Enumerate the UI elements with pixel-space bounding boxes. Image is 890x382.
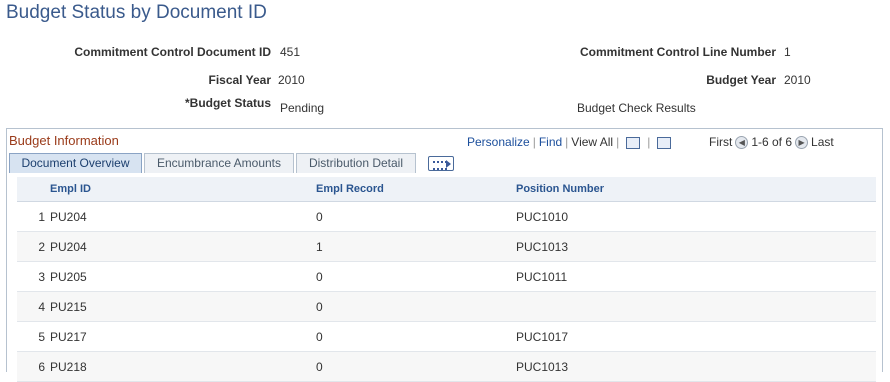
- tab-distribution-detail[interactable]: Distribution Detail: [296, 153, 416, 173]
- find-link[interactable]: Find: [539, 135, 562, 149]
- column-header-empl-id[interactable]: Empl ID: [48, 177, 314, 202]
- row-number-header: [17, 177, 48, 202]
- empl-id-cell: PU217: [48, 321, 314, 352]
- row-number: 6: [17, 351, 48, 382]
- separator: |: [647, 135, 651, 149]
- commitment-line-value: 1: [784, 45, 791, 59]
- commitment-line-label: Commitment Control Line Number: [579, 45, 776, 59]
- grid-header: Budget Information Personalize | Find | View…: [7, 129, 882, 151]
- grid-table-area: Empl ID Empl Record Position Number 1 PU…: [7, 173, 882, 382]
- empl-record-cell: 0: [314, 201, 514, 232]
- budget-check-results-link[interactable]: Budget Check Results: [577, 101, 696, 115]
- position-number-cell: [514, 291, 876, 322]
- empl-id-cell: PU215: [48, 291, 314, 322]
- position-number-cell: PUC1013: [514, 231, 876, 262]
- tab-encumbrance-amounts[interactable]: Encumbrance Amounts: [144, 153, 294, 173]
- row-number: 4: [17, 291, 48, 322]
- row-number: 3: [17, 261, 48, 292]
- fiscal-year-value: 2010: [278, 73, 305, 87]
- personalize-link[interactable]: Personalize: [467, 135, 530, 149]
- zoom-grid-icon[interactable]: [626, 136, 641, 149]
- table-header-row: Empl ID Empl Record Position Number: [17, 177, 876, 202]
- empl-id-cell: PU204: [48, 231, 314, 262]
- row-number: 1: [17, 201, 48, 232]
- previous-arrow-icon[interactable]: ◀: [735, 136, 749, 150]
- table-row: 6 PU218 0 PUC1013: [17, 351, 876, 382]
- separator: |: [532, 135, 536, 149]
- budget-information-grid: Budget Information Personalize | Find | View…: [6, 128, 883, 382]
- budget-status-label: *Budget Status: [184, 96, 271, 110]
- position-number-cell: PUC1017: [514, 321, 876, 352]
- budget-year-label: Budget Year: [706, 73, 776, 87]
- table-row: 3 PU205 0 PUC1011: [17, 261, 876, 292]
- empl-record-cell: 0: [314, 291, 514, 322]
- download-spreadsheet-icon[interactable]: [657, 136, 672, 149]
- row-number: 5: [17, 321, 48, 352]
- row-range: 1-6 of 6: [751, 135, 793, 149]
- budget-year-value: 2010: [784, 73, 811, 87]
- position-number-cell: PUC1010: [514, 201, 876, 232]
- table-row: 1 PU204 0 PUC1010: [17, 201, 876, 232]
- empl-record-cell: 1: [314, 231, 514, 262]
- commitment-doc-id-value: 451: [280, 45, 301, 59]
- column-header-position-number[interactable]: Position Number: [514, 177, 876, 202]
- show-all-columns-icon[interactable]: [428, 156, 454, 171]
- budget-information-table: Empl ID Empl Record Position Number 1 PU…: [17, 177, 876, 382]
- empl-id-cell: PU205: [48, 261, 314, 292]
- next-arrow-icon[interactable]: ▶: [795, 136, 809, 150]
- empl-record-cell: 0: [314, 351, 514, 382]
- grid-navigation: Personalize | Find | View All | |: [467, 135, 675, 149]
- budget-status-value: Pending: [280, 101, 325, 115]
- column-header-empl-record[interactable]: Empl Record: [314, 177, 514, 202]
- empl-record-cell: 0: [314, 261, 514, 292]
- table-row: 2 PU204 1 PUC1013: [17, 231, 876, 262]
- empl-id-cell: PU204: [48, 201, 314, 232]
- fiscal-year-label: Fiscal Year: [208, 73, 272, 87]
- view-all-link[interactable]: View All: [571, 135, 613, 149]
- separator: |: [565, 135, 569, 149]
- grid-tabs: Document Overview Encumbrance Amounts Di…: [7, 151, 882, 173]
- row-number: 2: [17, 231, 48, 262]
- tab-document-overview[interactable]: Document Overview: [9, 153, 142, 173]
- page-title: Budget Status by Document ID: [6, 2, 267, 23]
- table-row: 5 PU217 0 PUC1017: [17, 321, 876, 352]
- table-row: 4 PU215 0: [17, 291, 876, 322]
- commitment-doc-id-label: Commitment Control Document ID: [74, 45, 271, 59]
- first-label: First: [709, 135, 733, 149]
- separator: |: [616, 135, 620, 149]
- last-label: Last: [811, 135, 834, 149]
- position-number-cell: PUC1013: [514, 351, 876, 382]
- grid-title: Budget Information: [9, 133, 119, 148]
- empl-record-cell: 0: [314, 321, 514, 352]
- grid-pager: First ◀ 1-6 of 6 ▶ Last: [709, 135, 834, 150]
- empl-id-cell: PU218: [48, 351, 314, 382]
- position-number-cell: PUC1011: [514, 261, 876, 292]
